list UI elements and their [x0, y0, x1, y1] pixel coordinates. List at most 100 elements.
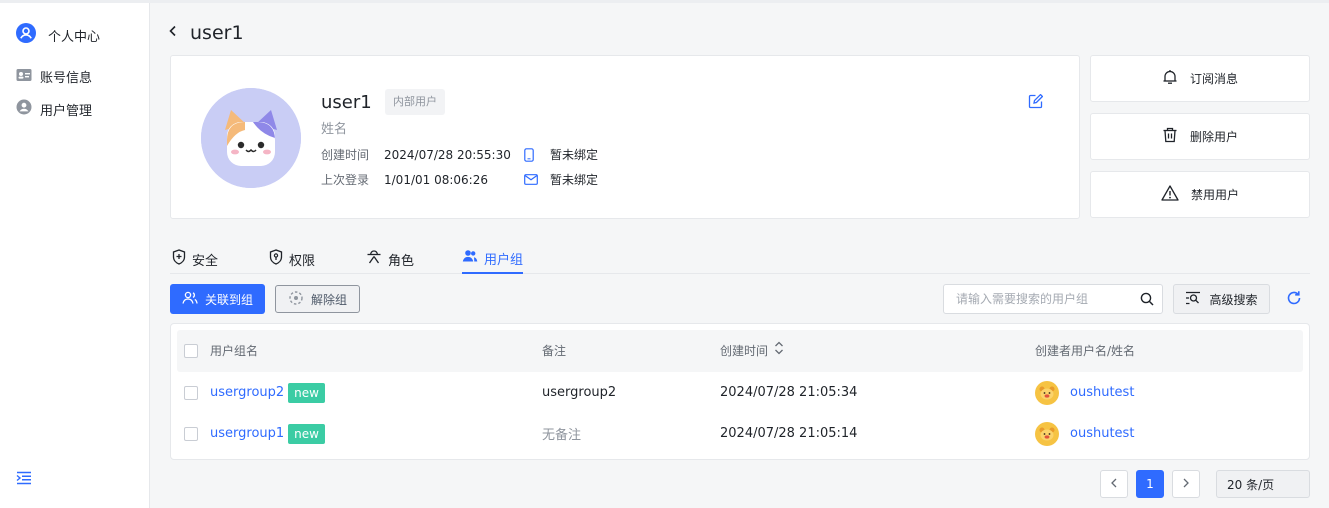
last-login-value: 1/01/01 08:06:26	[384, 172, 488, 187]
group-search-input[interactable]	[944, 285, 1132, 313]
group-name-cell: usergroup1 new	[210, 413, 325, 454]
column-header-created-time[interactable]: 创建时间	[720, 330, 784, 372]
created-text: 2024/07/28 21:05:14	[720, 426, 858, 441]
advanced-search-icon	[1185, 291, 1201, 308]
remark-cell: 无备注	[542, 413, 581, 454]
creator-link[interactable]: oushutest	[1070, 426, 1134, 441]
sidebar-item-label: 用户管理	[40, 103, 93, 119]
delete-label: 删除用户	[1189, 130, 1238, 144]
created-label: 创建时间	[321, 148, 370, 162]
remark-text: usergroup2	[542, 385, 617, 400]
bell-icon	[1162, 69, 1178, 88]
tab-permissions[interactable]: 权限	[269, 244, 315, 274]
back-arrow-icon[interactable]	[168, 25, 178, 41]
tab-label: 用户组	[484, 252, 524, 268]
trash-icon	[1162, 127, 1178, 146]
refresh-icon[interactable]	[1286, 290, 1302, 310]
column-label: 备注	[542, 344, 567, 358]
mail-icon	[524, 174, 550, 185]
unlink-group-label: 解除组	[310, 292, 347, 307]
remark-cell: usergroup2	[542, 372, 616, 413]
table-row: usergroup1 new 无备注 2024/07/28 21:05:14 o…	[177, 413, 1303, 454]
id-card-icon	[16, 68, 32, 86]
user-circle-icon	[16, 23, 36, 47]
column-label: 创建者用户名/姓名	[1035, 344, 1136, 358]
tab-roles[interactable]: 角色	[366, 244, 414, 274]
edit-icon[interactable]	[1028, 93, 1044, 113]
user-circle-icon	[16, 99, 32, 119]
group-search-box	[943, 284, 1163, 314]
user-type-tag: 内部用户	[385, 89, 445, 115]
sort-icon[interactable]	[774, 330, 784, 372]
creator-cell: oushutest	[1035, 413, 1134, 454]
sidebar-item-account[interactable]: 账号信息	[16, 67, 92, 86]
warning-icon	[1161, 185, 1179, 204]
tab-label: 角色	[388, 253, 415, 269]
prev-page-button[interactable]	[1100, 470, 1128, 498]
page-header: user1	[168, 22, 244, 44]
new-badge: new	[288, 382, 325, 403]
tab-security[interactable]: 安全	[172, 244, 218, 274]
collapse-sidebar-icon[interactable]	[16, 471, 32, 489]
remark-text: 无备注	[542, 428, 582, 443]
email-status: 暂未绑定	[550, 173, 599, 187]
chevron-left-icon	[1110, 477, 1118, 491]
page-title: user1	[190, 22, 244, 44]
sidebar-item-label: 账号信息	[40, 71, 93, 86]
row-checkbox[interactable]	[184, 427, 198, 441]
sidebar-header[interactable]: 个人中心	[16, 23, 100, 47]
tab-label: 安全	[192, 253, 219, 269]
avatar	[201, 88, 301, 188]
user-group-table: 用户组名 备注 创建时间 创建者用户名/姓名 usergroup2 new us…	[170, 323, 1310, 460]
bear-avatar-icon	[1035, 421, 1059, 446]
new-badge: new	[288, 423, 325, 444]
created-text: 2024/07/28 21:05:34	[720, 385, 858, 400]
search-icon[interactable]	[1132, 292, 1162, 306]
group-name-link[interactable]: usergroup2	[210, 385, 284, 400]
select-all-checkbox[interactable]	[184, 344, 198, 358]
created-value: 2024/07/28 20:55:30	[384, 147, 511, 162]
disable-label: 禁用用户	[1190, 188, 1239, 202]
page-size-select[interactable]: 20 条/页	[1216, 470, 1310, 498]
users-icon	[462, 249, 478, 267]
subscribe-message-button[interactable]: 订阅消息	[1090, 55, 1310, 102]
phone-status: 暂未绑定	[550, 148, 599, 162]
page-number-current[interactable]: 1	[1136, 470, 1164, 498]
profile-card: user1 内部用户 姓名 创建时间 2024/07/28 20:55:30 暂…	[170, 55, 1080, 219]
profile-login-row: 上次登录 1/01/01 08:06:26 暂未绑定	[321, 171, 598, 188]
column-label: 用户组名	[210, 344, 259, 358]
role-icon	[366, 249, 382, 269]
link-to-group-label: 关联到组	[204, 292, 253, 307]
page-size-value: 20 条/页	[1227, 477, 1275, 492]
sidebar-item-user-management[interactable]: 用户管理	[16, 99, 92, 119]
sidebar: 个人中心 账号信息 用户管理	[0, 3, 150, 508]
created-cell: 2024/07/28 21:05:34	[720, 372, 857, 413]
subscribe-label: 订阅消息	[1189, 72, 1238, 86]
column-label: 创建时间	[720, 344, 769, 358]
unlink-icon	[288, 290, 304, 309]
next-page-button[interactable]	[1172, 470, 1200, 498]
disable-user-button[interactable]: 禁用用户	[1090, 171, 1310, 218]
sidebar-header-label: 个人中心	[48, 29, 101, 45]
phone-icon	[524, 147, 550, 162]
table-row: usergroup2 new usergroup2 2024/07/28 21:…	[177, 372, 1303, 413]
group-name-link[interactable]: usergroup1	[210, 426, 284, 441]
group-name-cell: usergroup2 new	[210, 372, 325, 413]
last-login-label: 上次登录	[321, 173, 370, 187]
column-header-remark: 备注	[542, 330, 566, 372]
profile-name: user1	[321, 92, 372, 113]
top-divider	[0, 0, 1329, 3]
delete-user-button[interactable]: 删除用户	[1090, 113, 1310, 160]
link-to-group-button[interactable]: 关联到组	[170, 284, 265, 314]
unlink-group-button[interactable]: 解除组	[275, 285, 360, 313]
shield-lock-icon	[269, 249, 283, 269]
column-header-creator: 创建者用户名/姓名	[1035, 330, 1135, 372]
chevron-right-icon	[1182, 477, 1190, 491]
advanced-search-button[interactable]: 高级搜索	[1173, 284, 1270, 314]
creator-link[interactable]: oushutest	[1070, 385, 1134, 400]
users-add-icon	[182, 291, 198, 308]
tab-user-groups[interactable]: 用户组	[462, 244, 524, 274]
created-cell: 2024/07/28 21:05:14	[720, 413, 857, 454]
profile-subtitle: 姓名	[321, 122, 348, 137]
row-checkbox[interactable]	[184, 386, 198, 400]
